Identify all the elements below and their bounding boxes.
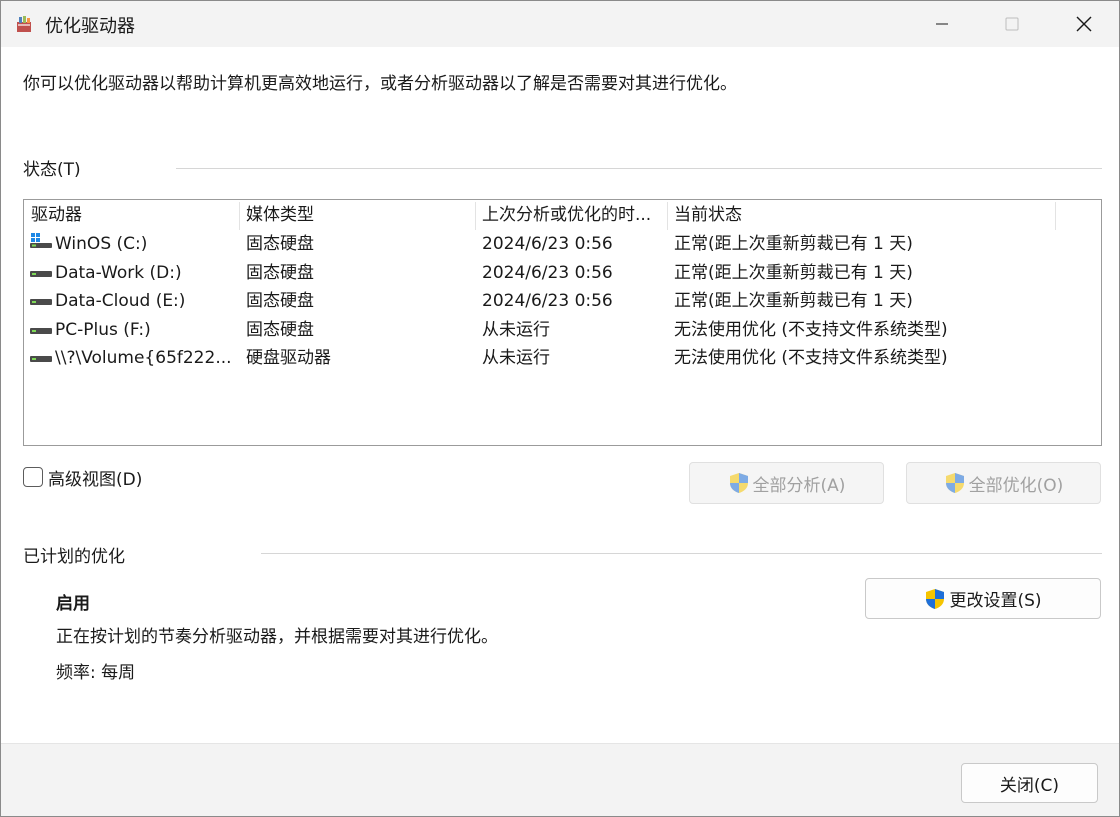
close-button[interactable]: 关闭(C) bbox=[961, 763, 1098, 803]
close-label: 关闭(C) bbox=[999, 775, 1060, 796]
media-type: 固态硬盘 bbox=[246, 234, 314, 254]
optimize-all-label: 全部优化(O) bbox=[968, 475, 1064, 496]
change-settings-label: 更改设置(S) bbox=[949, 591, 1042, 611]
last-run: 从未运行 bbox=[482, 348, 550, 369]
list-header: 驱动器 媒体类型 上次分析或优化的时... 当前状态 bbox=[24, 200, 1101, 230]
uac-shield-icon bbox=[945, 473, 964, 493]
status-group-divider bbox=[176, 168, 1102, 169]
media-type: 固态硬盘 bbox=[246, 291, 314, 312]
title-bar[interactable]: 优化驱动器 bbox=[1, 1, 1119, 47]
column-header-last-run[interactable]: 上次分析或优化的时... bbox=[475, 200, 667, 230]
table-row[interactable]: \\?\Volume{65f222... 硬盘驱动器 从未运行 无法使用优化 (… bbox=[24, 344, 1101, 373]
drive-name: Data-Work (D:) bbox=[55, 262, 182, 283]
intro-text: 你可以优化驱动器以帮助计算机更高效地运行，或者分析驱动器以了解是否需要对其进行优… bbox=[23, 74, 737, 94]
change-settings-button[interactable]: 更改设置(S) bbox=[865, 578, 1101, 619]
close-icon bbox=[1076, 16, 1092, 32]
last-run: 2024/6/23 0:56 bbox=[482, 291, 613, 312]
media-type: 固态硬盘 bbox=[246, 319, 314, 340]
minimize-icon bbox=[936, 23, 948, 25]
maximize-button[interactable] bbox=[976, 1, 1048, 47]
scheduled-group-divider bbox=[261, 553, 1102, 554]
table-row[interactable]: Data-Cloud (E:) 固态硬盘 2024/6/23 0:56 正常(距… bbox=[24, 287, 1101, 316]
optimize-drives-window: 优化驱动器 你可以优化驱动器以帮助计算机更高效地运行，或者分析驱动器以了解是否需… bbox=[0, 0, 1120, 817]
last-run: 从未运行 bbox=[482, 319, 550, 340]
last-run: 2024/6/23 0:56 bbox=[482, 234, 613, 254]
current-status: 正常(距上次重新剪裁已有 1 天) bbox=[674, 234, 913, 254]
media-type: 固态硬盘 bbox=[246, 262, 314, 283]
drive-name: WinOS (C:) bbox=[55, 234, 148, 254]
uac-shield-icon bbox=[729, 473, 748, 493]
close-window-button[interactable] bbox=[1048, 1, 1120, 47]
column-header-media[interactable]: 媒体类型 bbox=[239, 200, 475, 230]
status-group-label: 状态(T) bbox=[23, 160, 81, 180]
footer: 关闭(C) bbox=[1, 743, 1119, 816]
analyze-all-label: 全部分析(A) bbox=[752, 475, 846, 496]
current-status: 无法使用优化 (不支持文件系统类型) bbox=[674, 348, 948, 369]
media-type: 硬盘驱动器 bbox=[246, 348, 331, 369]
column-divider[interactable] bbox=[1055, 202, 1056, 230]
schedule-frequency: 频率: 每周 bbox=[56, 663, 136, 683]
content-area: 你可以优化驱动器以帮助计算机更高效地运行，或者分析驱动器以了解是否需要对其进行优… bbox=[1, 47, 1119, 743]
drives-list[interactable]: 驱动器 媒体类型 上次分析或优化的时... 当前状态 WinOS (C:) 固态… bbox=[23, 199, 1102, 446]
table-row[interactable]: PC-Plus (F:) 固态硬盘 从未运行 无法使用优化 (不支持文件系统类型… bbox=[24, 316, 1101, 345]
last-run: 2024/6/23 0:56 bbox=[482, 262, 613, 283]
defrag-app-icon bbox=[17, 16, 31, 32]
optimize-all-button[interactable]: 全部优化(O) bbox=[906, 462, 1101, 504]
schedule-status: 启用 bbox=[56, 594, 90, 614]
analyze-all-button[interactable]: 全部分析(A) bbox=[689, 462, 884, 504]
current-status: 正常(距上次重新剪裁已有 1 天) bbox=[674, 291, 913, 312]
advanced-view-label[interactable]: 高级视图(D) bbox=[48, 465, 142, 490]
table-row[interactable]: WinOS (C:) 固态硬盘 2024/6/23 0:56 正常(距上次重新剪… bbox=[24, 230, 1101, 259]
table-row[interactable]: Data-Work (D:) 固态硬盘 2024/6/23 0:56 正常(距上… bbox=[24, 259, 1101, 288]
window-title: 优化驱动器 bbox=[45, 16, 135, 37]
drive-name: PC-Plus (F:) bbox=[55, 319, 151, 340]
minimize-button[interactable] bbox=[906, 1, 978, 47]
column-header-status[interactable]: 当前状态 bbox=[667, 200, 1055, 230]
scheduled-group-label: 已计划的优化 bbox=[23, 547, 125, 567]
advanced-view-checkbox[interactable] bbox=[23, 467, 43, 487]
drive-name: \\?\Volume{65f222... bbox=[55, 348, 232, 369]
column-header-drive[interactable]: 驱动器 bbox=[24, 200, 239, 230]
current-status: 无法使用优化 (不支持文件系统类型) bbox=[674, 319, 948, 340]
schedule-description: 正在按计划的节奏分析驱动器，并根据需要对其进行优化。 bbox=[56, 627, 498, 647]
drive-name: Data-Cloud (E:) bbox=[55, 291, 186, 312]
maximize-icon bbox=[1005, 17, 1019, 31]
uac-shield-icon bbox=[926, 588, 945, 609]
current-status: 正常(距上次重新剪裁已有 1 天) bbox=[674, 262, 913, 283]
